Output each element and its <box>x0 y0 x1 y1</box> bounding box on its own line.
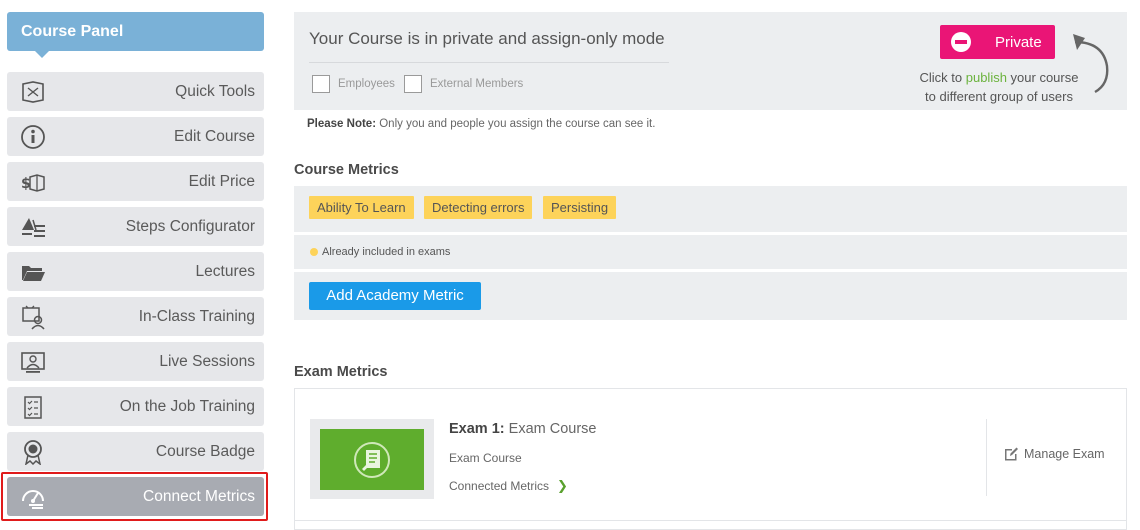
edit-icon <box>1005 447 1018 461</box>
course-metrics-title: Course Metrics <box>294 162 399 178</box>
exam-thumbnail <box>320 429 424 490</box>
sidebar-item-label: Connect Metrics <box>143 488 255 505</box>
classroom-icon <box>19 303 47 331</box>
sidebar-item-label: Edit Course <box>174 128 255 145</box>
course-panel-sidebar: Course Panel Quick Tools Edit Course $ E… <box>0 0 272 530</box>
add-metric-row: Add Academy Metric <box>294 272 1127 320</box>
sidebar-item-label: In-Class Training <box>138 308 255 325</box>
divider <box>295 520 1126 521</box>
exam-number: Exam 1: <box>449 421 505 437</box>
folder-icon <box>19 258 47 286</box>
divider <box>309 62 669 63</box>
steps-icon <box>19 213 47 241</box>
metric-tag: Persisting <box>543 196 617 219</box>
sidebar-item-course-badge[interactable]: Course Badge <box>7 432 264 471</box>
price-book-icon: $ <box>19 168 47 196</box>
sidebar-item-steps-configurator[interactable]: Steps Configurator <box>7 207 264 246</box>
book-icon <box>19 78 47 106</box>
sidebar-item-lectures[interactable]: Lectures <box>7 252 264 291</box>
exam-card: Exam 1: Exam Course Exam Course Connecte… <box>294 388 1127 530</box>
sidebar-item-quick-tools[interactable]: Quick Tools <box>7 72 264 111</box>
sidebar-item-in-class-training[interactable]: In-Class Training <box>7 297 264 336</box>
checkbox-box[interactable] <box>404 75 422 93</box>
sidebar-item-edit-price[interactable]: $ Edit Price <box>7 162 264 201</box>
note-text: Only you and people you assign the cours… <box>379 118 656 130</box>
sidebar-item-on-the-job-training[interactable]: On the Job Training <box>7 387 264 426</box>
metric-tag: Detecting errors <box>424 196 533 219</box>
gauge-icon <box>19 483 47 511</box>
manage-exam-label: Manage Exam <box>1024 446 1105 461</box>
exam-metrics-title: Exam Metrics <box>294 364 388 380</box>
sidebar-item-label: On the Job Training <box>119 398 255 415</box>
exam-subtitle: Exam Course <box>449 451 522 465</box>
legend-text: Already included in exams <box>322 246 451 258</box>
publish-link[interactable]: publish <box>966 70 1007 85</box>
connected-metrics-link[interactable]: Connected Metrics ❯ <box>449 478 568 494</box>
legend-dot <box>310 248 318 256</box>
note-label: Please Note: <box>307 118 377 130</box>
sidebar-item-edit-course[interactable]: Edit Course <box>7 117 264 156</box>
metric-tag: Ability To Learn <box>309 196 414 219</box>
checkbox-label: External Members <box>430 78 524 90</box>
privacy-status-title: Your Course is in private and assign-onl… <box>309 29 665 48</box>
sidebar-item-live-sessions[interactable]: Live Sessions <box>7 342 264 381</box>
checkbox-box[interactable] <box>312 75 330 93</box>
exam-document-icon <box>354 441 390 478</box>
manage-exam-button[interactable]: Manage Exam <box>1004 446 1105 461</box>
live-screen-icon <box>19 348 47 376</box>
sidebar-item-label: Steps Configurator <box>125 218 255 235</box>
checkbox-label: Employees <box>338 78 395 90</box>
exam-title: Exam 1: Exam Course <box>449 421 597 437</box>
privacy-panel: Your Course is in private and assign-onl… <box>294 12 1127 110</box>
chevron-right-icon: ❯ <box>557 478 568 493</box>
sidebar-item-label: Course Badge <box>155 443 255 460</box>
private-button-label: Private <box>995 33 1042 51</box>
checklist-icon <box>19 393 47 421</box>
sidebar-item-label: Live Sessions <box>159 353 255 370</box>
hint-text: your course <box>1006 70 1079 85</box>
connected-metrics-label: Connected Metrics <box>449 479 550 493</box>
metrics-legend: Already included in exams <box>294 235 1127 269</box>
privacy-note: Please Note: Only you and people you ass… <box>307 118 655 130</box>
add-academy-metric-button[interactable]: Add Academy Metric <box>309 282 481 310</box>
sidebar-item-label: Quick Tools <box>175 83 255 100</box>
info-icon <box>19 123 47 151</box>
divider <box>986 419 987 496</box>
exam-name: Exam Course <box>508 421 597 437</box>
course-panel-header: Course Panel <box>7 12 264 58</box>
minus-circle-icon <box>951 32 971 52</box>
curved-arrow-icon <box>1073 34 1109 94</box>
sidebar-item-label: Edit Price <box>188 173 255 190</box>
sidebar-item-connect-metrics[interactable]: Connect Metrics <box>7 477 264 516</box>
course-metrics-tags: Ability To Learn Detecting errors Persis… <box>294 186 1127 232</box>
sidebar-item-label: Lectures <box>195 263 255 280</box>
hint-text-line2: to different group of users <box>925 89 1073 104</box>
employees-checkbox[interactable]: Employees <box>312 75 395 93</box>
exam-thumbnail-frame <box>310 419 434 499</box>
external-members-checkbox[interactable]: External Members <box>404 75 523 93</box>
hint-text: Click to <box>919 70 966 85</box>
private-button[interactable]: Private <box>940 25 1055 59</box>
badge-icon <box>19 438 47 466</box>
